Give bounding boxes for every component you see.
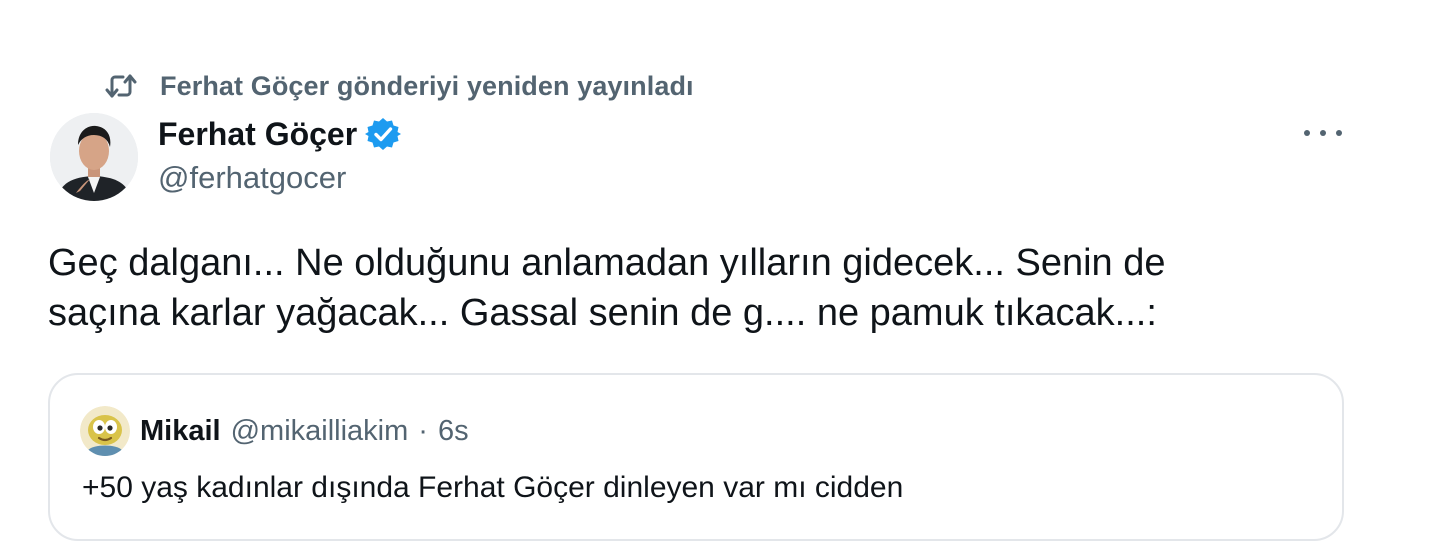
repost-indicator[interactable]: Ferhat Göçer gönderiyi yeniden yayınladı xyxy=(104,66,694,106)
verified-badge-icon xyxy=(365,116,402,152)
author-name-row[interactable]: Ferhat Göçer xyxy=(158,112,402,156)
more-horizontal-icon xyxy=(1304,130,1310,136)
repost-label: Ferhat Göçer gönderiyi yeniden yayınladı xyxy=(160,70,694,101)
quoted-avatar[interactable] xyxy=(80,406,130,456)
more-horizontal-icon-dot xyxy=(1320,130,1326,136)
quoted-tweet-text: +50 yaş kadınlar dışında Ferhat Göçer di… xyxy=(82,471,904,504)
quoted-tweet-card[interactable]: Mikail @mikailliakim · 6s +50 yaş kadınl… xyxy=(48,373,1344,541)
more-horizontal-icon-dot xyxy=(1336,130,1342,136)
tweet-text: Geç dalganı... Ne olduğunu anlamadan yıl… xyxy=(48,238,1288,338)
avatar[interactable] xyxy=(50,113,138,201)
tweet-text-line: Geç dalganı... Ne olduğunu anlamadan yıl… xyxy=(48,242,1166,284)
tweet-card[interactable]: Ferhat Göçer gönderiyi yeniden yayınladı… xyxy=(0,0,1456,555)
quoted-timestamp[interactable]: 6s xyxy=(438,415,469,448)
quoted-separator: · xyxy=(418,414,428,447)
tweet-text-line: saçına karlar yağacak... Gassal senin de… xyxy=(48,292,1157,334)
more-options-button[interactable] xyxy=(1300,118,1346,148)
quoted-author-name[interactable]: Mikail xyxy=(140,415,221,448)
author-handle[interactable]: @ferhatgocer xyxy=(158,160,346,196)
author-name[interactable]: Ferhat Göçer xyxy=(158,116,357,153)
repost-icon xyxy=(104,71,138,101)
quoted-tweet-header: Mikail @mikailliakim · 6s xyxy=(80,405,469,457)
quoted-author-handle[interactable]: @mikailliakim xyxy=(231,415,409,448)
